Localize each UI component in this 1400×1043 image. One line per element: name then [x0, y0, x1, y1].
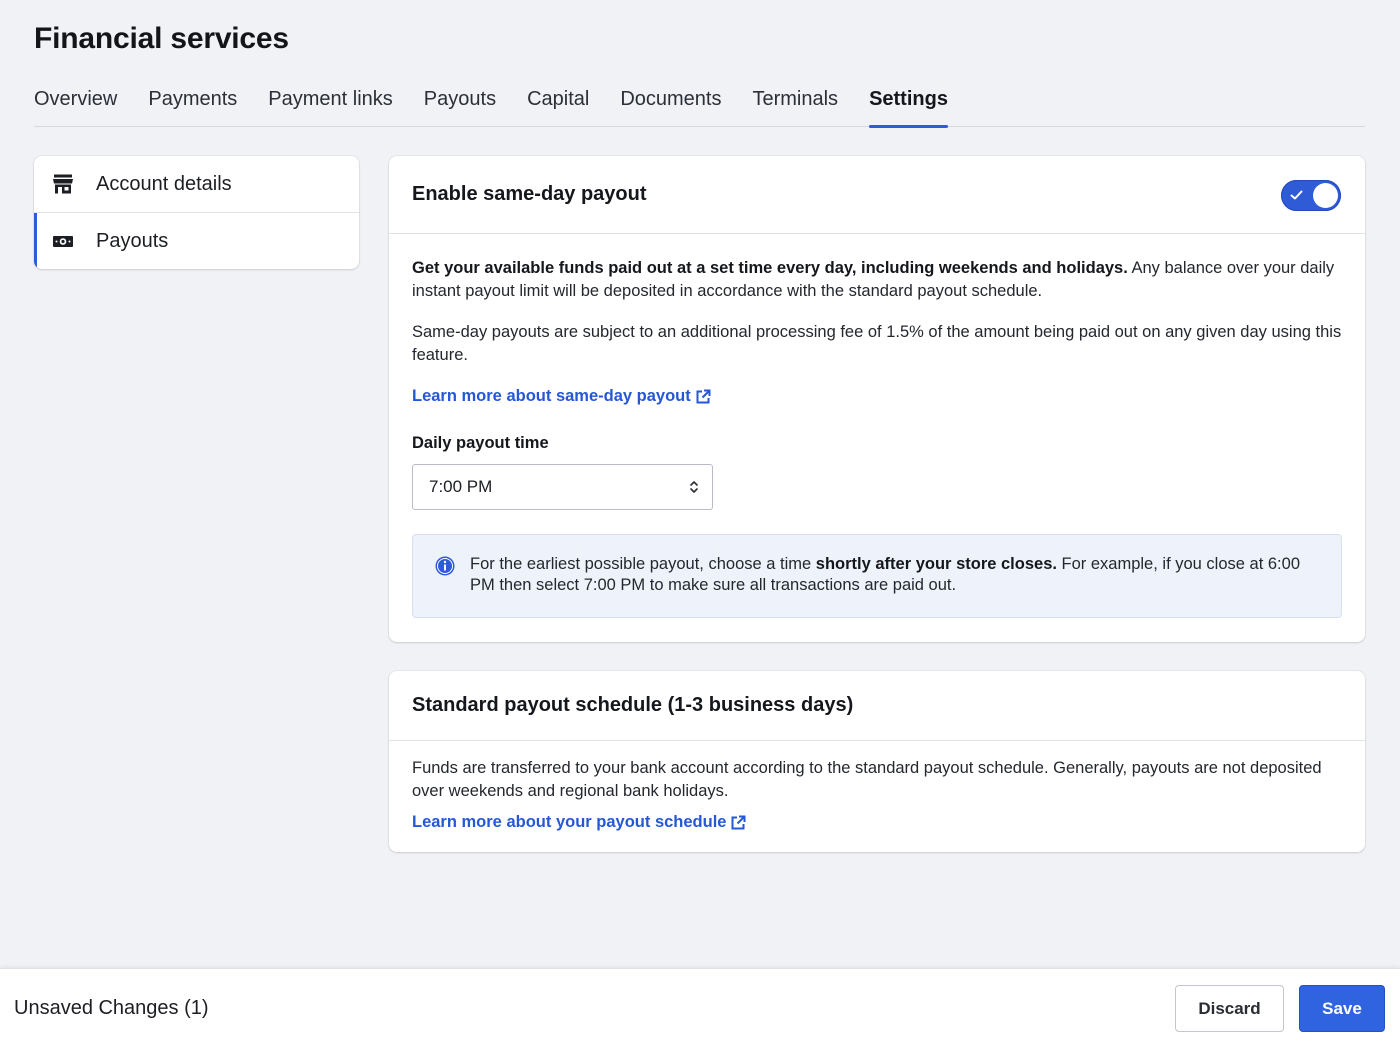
save-button[interactable]: Save [1299, 985, 1385, 1032]
info-text-pre: For the earliest possible payout, choose… [470, 555, 816, 573]
daily-payout-time-select[interactable]: 7:00 PM [412, 464, 713, 510]
page: Financial services Overview Payments Pay… [0, 0, 1400, 1043]
tab-settings[interactable]: Settings [869, 82, 948, 128]
selected-value: 7:00 PM [429, 477, 493, 496]
discard-button[interactable]: Discard [1175, 985, 1284, 1032]
card-title: Standard payout schedule (1-3 business d… [389, 671, 1365, 741]
learn-more-payout-schedule-link[interactable]: Learn more about your payout schedule [412, 813, 746, 832]
same-day-description-bold: Get your available funds paid out at a s… [412, 259, 1128, 277]
link-label: Learn more about same-day payout [412, 387, 691, 405]
page-title: Financial services [34, 22, 289, 55]
info-text-bold: shortly after your store closes. [815, 555, 1057, 573]
sidebar-item-label: Account details [96, 172, 232, 195]
select-arrows-icon [690, 481, 698, 493]
tab-overview[interactable]: Overview [34, 82, 117, 127]
sidebar-item-label: Payouts [96, 229, 169, 252]
tab-payment-links[interactable]: Payment links [268, 82, 393, 127]
info-callout: For the earliest possible payout, choose… [412, 534, 1342, 618]
same-day-description: Get your available funds paid out at a s… [412, 257, 1347, 303]
external-link-icon [731, 815, 746, 829]
unsaved-changes-label: Unsaved Changes (1) [14, 997, 209, 1019]
same-day-payout-card: Enable same-day payout Get your availabl… [389, 156, 1365, 642]
sidebar-item-payouts[interactable]: Payouts [34, 212, 359, 269]
tab-capital[interactable]: Capital [527, 82, 589, 127]
tab-bar: Overview Payments Payment links Payouts … [34, 82, 1365, 128]
tab-terminals[interactable]: Terminals [752, 82, 838, 127]
standard-payout-description: Funds are transferred to your bank accou… [412, 759, 1322, 800]
same-day-fee-note: Same-day payouts are subject to an addit… [412, 323, 1342, 364]
storefront-icon [52, 173, 74, 195]
same-day-payout-toggle[interactable] [1281, 180, 1341, 211]
daily-payout-time-label: Daily payout time [412, 434, 549, 452]
check-icon [1290, 190, 1303, 200]
tab-payments[interactable]: Payments [148, 82, 237, 127]
toggle-knob [1313, 183, 1338, 208]
tab-documents[interactable]: Documents [620, 82, 721, 127]
tab-payouts[interactable]: Payouts [424, 82, 496, 127]
sidebar-item-account-details[interactable]: Account details [34, 156, 359, 212]
settings-sidebar: Account details Payouts [34, 156, 359, 269]
unsaved-changes-bar: Unsaved Changes (1) Discard Save [0, 968, 1400, 1043]
banknote-icon [52, 230, 74, 252]
link-label: Learn more about your payout schedule [412, 813, 727, 831]
info-icon [435, 556, 455, 576]
learn-more-same-day-link[interactable]: Learn more about same-day payout [412, 387, 711, 406]
external-link-icon [696, 389, 711, 403]
card-title: Enable same-day payout [389, 156, 1365, 234]
standard-payout-card: Standard payout schedule (1-3 business d… [389, 671, 1365, 852]
info-callout-text: For the earliest possible payout, choose… [470, 554, 1320, 596]
